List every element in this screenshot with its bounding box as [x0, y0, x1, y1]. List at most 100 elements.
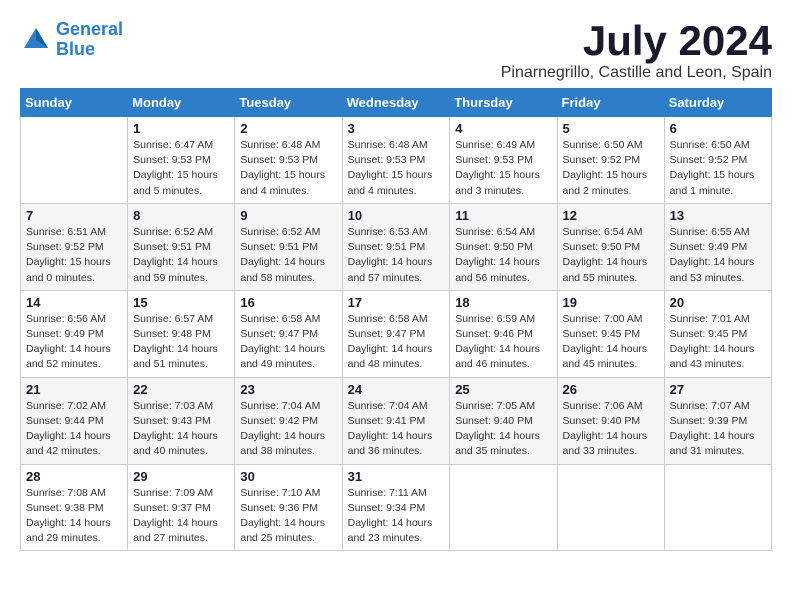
- day-info: Sunrise: 6:51 AM Sunset: 9:52 PM Dayligh…: [26, 225, 122, 286]
- day-number: 23: [240, 382, 336, 397]
- day-info: Sunrise: 6:47 AM Sunset: 9:53 PM Dayligh…: [133, 138, 229, 199]
- day-number: 1: [133, 121, 229, 136]
- day-number: 17: [348, 295, 445, 310]
- week-row-2: 7 Sunrise: 6:51 AM Sunset: 9:52 PM Daylig…: [21, 203, 772, 290]
- day-number: 21: [26, 382, 122, 397]
- day-cell: [664, 464, 771, 551]
- day-info: Sunrise: 6:55 AM Sunset: 9:49 PM Dayligh…: [670, 225, 766, 286]
- day-number: 30: [240, 469, 336, 484]
- day-cell: 18Sunrise: 6:59 AM Sunset: 9:46 PM Dayli…: [450, 290, 557, 377]
- week-row-4: 21 Sunrise: 7:02 AM Sunset: 9:44 PM Dayli…: [21, 377, 772, 464]
- day-number: 16: [240, 295, 336, 310]
- header-cell-monday: Monday: [128, 89, 235, 117]
- day-number: 9: [240, 208, 336, 223]
- month-title: July 2024: [501, 20, 772, 62]
- day-number: 18: [455, 295, 551, 310]
- day-info: Sunrise: 6:48 AM Sunset: 9:53 PM Dayligh…: [348, 138, 445, 199]
- day-cell: 14 Sunrise: 6:56 AM Sunset: 9:49 PM Dayli…: [21, 290, 128, 377]
- day-info: Sunrise: 6:52 AM Sunset: 9:51 PM Dayligh…: [240, 225, 336, 286]
- header-row: SundayMondayTuesdayWednesdayThursdayFrid…: [21, 89, 772, 117]
- day-info: Sunrise: 6:53 AM Sunset: 9:51 PM Dayligh…: [348, 225, 445, 286]
- header-cell-tuesday: Tuesday: [235, 89, 342, 117]
- day-info: Sunrise: 7:11 AM Sunset: 9:34 PM Dayligh…: [348, 486, 445, 547]
- day-cell: 30 Sunrise: 7:10 AM Sunset: 9:36 PM Dayli…: [235, 464, 342, 551]
- day-cell: 1 Sunrise: 6:47 AM Sunset: 9:53 PM Daylig…: [128, 117, 235, 204]
- logo: General Blue: [20, 20, 123, 60]
- day-cell: 11 Sunrise: 6:54 AM Sunset: 9:50 PM Dayli…: [450, 203, 557, 290]
- day-cell: 27Sunrise: 7:07 AM Sunset: 9:39 PM Dayli…: [664, 377, 771, 464]
- day-cell: 28 Sunrise: 7:08 AM Sunset: 9:38 PM Dayli…: [21, 464, 128, 551]
- day-number: 15: [133, 295, 229, 310]
- day-number: 11: [455, 208, 551, 223]
- day-cell: 17 Sunrise: 6:58 AM Sunset: 9:47 PM Dayli…: [342, 290, 450, 377]
- week-row-3: 14 Sunrise: 6:56 AM Sunset: 9:49 PM Dayli…: [21, 290, 772, 377]
- day-info: Sunrise: 6:58 AM Sunset: 9:47 PM Dayligh…: [348, 312, 445, 373]
- day-cell: 7 Sunrise: 6:51 AM Sunset: 9:52 PM Daylig…: [21, 203, 128, 290]
- day-cell: 25 Sunrise: 7:05 AM Sunset: 9:40 PM Dayli…: [450, 377, 557, 464]
- logo-icon: [20, 24, 52, 56]
- day-cell: 9 Sunrise: 6:52 AM Sunset: 9:51 PM Daylig…: [235, 203, 342, 290]
- day-cell: 12 Sunrise: 6:54 AM Sunset: 9:50 PM Dayli…: [557, 203, 664, 290]
- day-info: Sunrise: 7:04 AM Sunset: 9:41 PM Dayligh…: [348, 399, 445, 460]
- day-number: 26: [563, 382, 659, 397]
- day-info: Sunrise: 7:01 AM Sunset: 9:45 PM Dayligh…: [670, 312, 766, 373]
- day-cell: 15 Sunrise: 6:57 AM Sunset: 9:48 PM Dayli…: [128, 290, 235, 377]
- header-cell-sunday: Sunday: [21, 89, 128, 117]
- day-number: 22: [133, 382, 229, 397]
- header-cell-friday: Friday: [557, 89, 664, 117]
- day-cell: 26Sunrise: 7:06 AM Sunset: 9:40 PM Dayli…: [557, 377, 664, 464]
- day-cell: 22 Sunrise: 7:03 AM Sunset: 9:43 PM Dayli…: [128, 377, 235, 464]
- day-cell: 19Sunrise: 7:00 AM Sunset: 9:45 PM Dayli…: [557, 290, 664, 377]
- day-info: Sunrise: 7:08 AM Sunset: 9:38 PM Dayligh…: [26, 486, 122, 547]
- day-cell: 13 Sunrise: 6:55 AM Sunset: 9:49 PM Dayli…: [664, 203, 771, 290]
- day-info: Sunrise: 7:03 AM Sunset: 9:43 PM Dayligh…: [133, 399, 229, 460]
- day-number: 29: [133, 469, 229, 484]
- day-number: 3: [348, 121, 445, 136]
- week-row-1: 1 Sunrise: 6:47 AM Sunset: 9:53 PM Daylig…: [21, 117, 772, 204]
- day-info: Sunrise: 6:57 AM Sunset: 9:48 PM Dayligh…: [133, 312, 229, 373]
- day-number: 10: [348, 208, 445, 223]
- day-info: Sunrise: 7:02 AM Sunset: 9:44 PM Dayligh…: [26, 399, 122, 460]
- day-number: 28: [26, 469, 122, 484]
- day-number: 7: [26, 208, 122, 223]
- day-number: 12: [563, 208, 659, 223]
- day-cell: 20 Sunrise: 7:01 AM Sunset: 9:45 PM Dayli…: [664, 290, 771, 377]
- day-info: Sunrise: 6:58 AM Sunset: 9:47 PM Dayligh…: [240, 312, 336, 373]
- day-info: Sunrise: 6:50 AM Sunset: 9:52 PM Dayligh…: [563, 138, 659, 199]
- day-info: Sunrise: 7:10 AM Sunset: 9:36 PM Dayligh…: [240, 486, 336, 547]
- day-info: Sunrise: 7:09 AM Sunset: 9:37 PM Dayligh…: [133, 486, 229, 547]
- day-info: Sunrise: 7:05 AM Sunset: 9:40 PM Dayligh…: [455, 399, 551, 460]
- day-cell: 3 Sunrise: 6:48 AM Sunset: 9:53 PM Daylig…: [342, 117, 450, 204]
- day-info: Sunrise: 6:54 AM Sunset: 9:50 PM Dayligh…: [455, 225, 551, 286]
- day-number: 5: [563, 121, 659, 136]
- day-number: 20: [670, 295, 766, 310]
- day-info: Sunrise: 6:52 AM Sunset: 9:51 PM Dayligh…: [133, 225, 229, 286]
- day-info: Sunrise: 6:49 AM Sunset: 9:53 PM Dayligh…: [455, 138, 551, 199]
- day-cell: 5 Sunrise: 6:50 AM Sunset: 9:52 PM Daylig…: [557, 117, 664, 204]
- day-cell: 16 Sunrise: 6:58 AM Sunset: 9:47 PM Dayli…: [235, 290, 342, 377]
- page-header: General Blue July 2024 Pinarnegrillo, Ca…: [20, 20, 772, 82]
- header-cell-saturday: Saturday: [664, 89, 771, 117]
- logo-text: General Blue: [56, 20, 123, 60]
- day-cell: 21 Sunrise: 7:02 AM Sunset: 9:44 PM Dayli…: [21, 377, 128, 464]
- day-number: 4: [455, 121, 551, 136]
- day-info: Sunrise: 6:54 AM Sunset: 9:50 PM Dayligh…: [563, 225, 659, 286]
- day-cell: 23 Sunrise: 7:04 AM Sunset: 9:42 PM Dayli…: [235, 377, 342, 464]
- calendar-table: SundayMondayTuesdayWednesdayThursdayFrid…: [20, 88, 772, 551]
- day-info: Sunrise: 6:56 AM Sunset: 9:49 PM Dayligh…: [26, 312, 122, 373]
- day-cell: 2Sunrise: 6:48 AM Sunset: 9:53 PM Daylig…: [235, 117, 342, 204]
- day-number: 24: [348, 382, 445, 397]
- day-cell: [450, 464, 557, 551]
- day-cell: 8Sunrise: 6:52 AM Sunset: 9:51 PM Daylig…: [128, 203, 235, 290]
- title-block: July 2024 Pinarnegrillo, Castille and Le…: [501, 20, 772, 82]
- day-number: 14: [26, 295, 122, 310]
- day-cell: 24 Sunrise: 7:04 AM Sunset: 9:41 PM Dayli…: [342, 377, 450, 464]
- day-cell: [21, 117, 128, 204]
- day-info: Sunrise: 7:07 AM Sunset: 9:39 PM Dayligh…: [670, 399, 766, 460]
- day-info: Sunrise: 7:00 AM Sunset: 9:45 PM Dayligh…: [563, 312, 659, 373]
- day-cell: 6Sunrise: 6:50 AM Sunset: 9:52 PM Daylig…: [664, 117, 771, 204]
- day-number: 25: [455, 382, 551, 397]
- day-info: Sunrise: 7:04 AM Sunset: 9:42 PM Dayligh…: [240, 399, 336, 460]
- day-number: 13: [670, 208, 766, 223]
- day-info: Sunrise: 6:50 AM Sunset: 9:52 PM Dayligh…: [670, 138, 766, 199]
